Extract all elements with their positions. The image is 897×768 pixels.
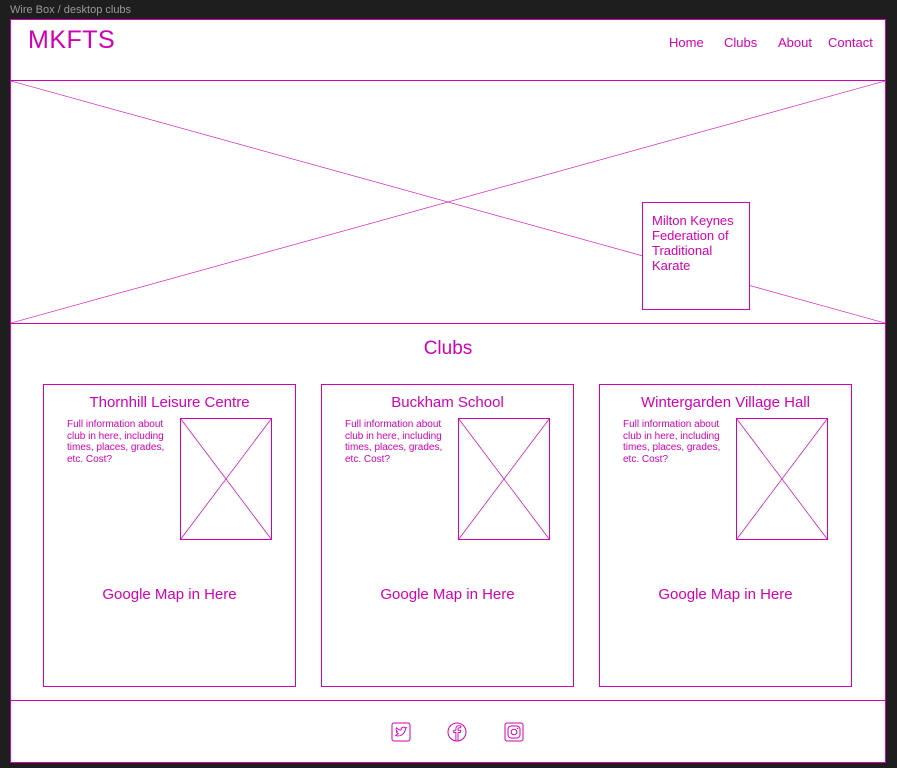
club-info: Full information about club in here, inc… [623,419,721,465]
club-name: Wintergarden Village Hall [641,394,810,411]
page-frame: MKFTS Home Clubs About Contact Milton Ke… [10,19,886,763]
club-name: Buckham School [391,394,504,411]
site-footer [11,700,885,763]
club-card-buckham: Buckham School Full information about cl… [321,384,574,687]
site-logo[interactable]: MKFTS [28,26,115,55]
club-info: Full information about club in here, inc… [345,419,443,465]
facebook-icon[interactable] [447,722,467,742]
club-image-placeholder [736,418,828,540]
nav-clubs[interactable]: Clubs [724,35,757,50]
site-header: MKFTS Home Clubs About Contact [11,20,885,81]
hero-caption-box: Milton Keynes Federation of Traditional … [642,202,750,310]
club-card-thornhill: Thornhill Leisure Centre Full informatio… [43,384,296,687]
hero-image-placeholder: Milton Keynes Federation of Traditional … [11,81,885,324]
twitter-icon[interactable] [391,722,411,742]
club-info: Full information about club in here, inc… [67,419,165,465]
clubs-heading: Clubs [423,338,473,359]
club-name: Thornhill Leisure Centre [89,394,250,411]
hero-placeholder-cross [11,81,885,323]
map-placeholder: Google Map in Here [658,586,793,603]
frame-label: Wire Box / desktop clubs [10,4,132,16]
nav-about[interactable]: About [778,35,812,50]
map-placeholder: Google Map in Here [380,586,515,603]
club-image-placeholder [180,418,272,540]
nav-contact[interactable]: Contact [828,35,873,50]
map-placeholder: Google Map in Here [102,586,237,603]
hero-caption: Milton Keynes Federation of Traditional … [652,213,734,273]
nav-home[interactable]: Home [669,35,704,50]
instagram-icon[interactable] [504,722,524,742]
club-card-wintergarden: Wintergarden Village Hall Full informati… [599,384,852,687]
club-image-placeholder [458,418,550,540]
